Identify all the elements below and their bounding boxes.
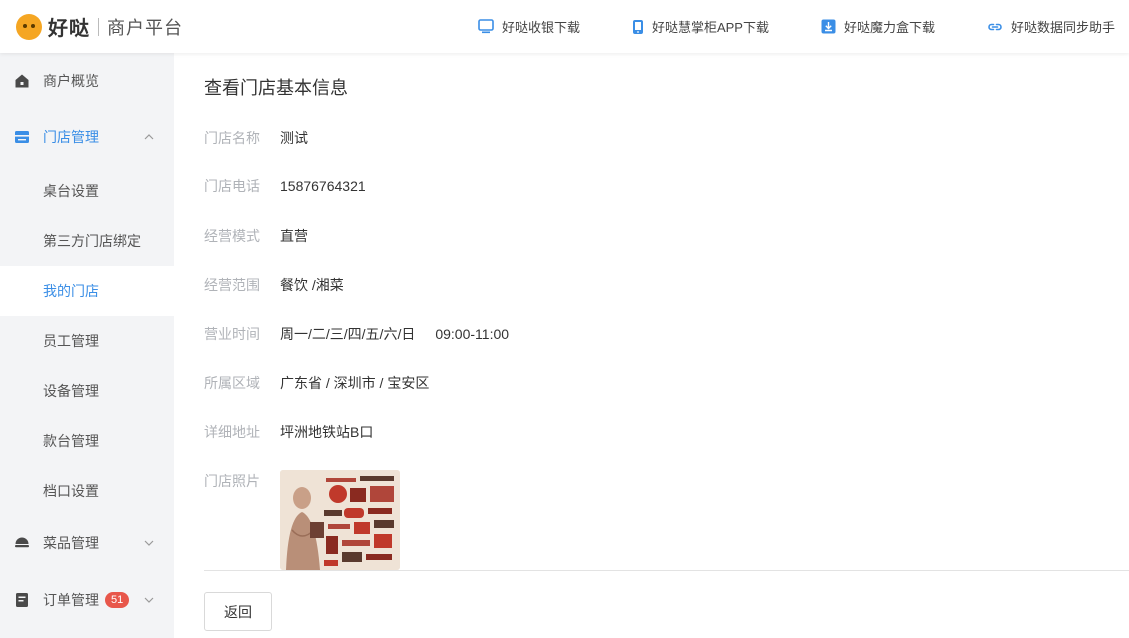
sidebar-item-label: 设备管理 xyxy=(43,383,99,399)
field-value: 测试 xyxy=(280,130,308,146)
header-links: 好哒收银下载 好哒慧掌柜APP下载 好哒魔力盒下载 好哒数据同步助手 xyxy=(426,0,1115,53)
sidebar-item-label: 员工管理 xyxy=(43,333,99,349)
download-icon xyxy=(821,19,836,34)
field-hours-range: 09:00-11:00 xyxy=(435,326,510,342)
field-label: 门店电话 xyxy=(204,178,260,194)
sidebar: 商户概览 门店管理 桌台设置 第三方门店绑定 我的门店 员工管理 设备管理 款台… xyxy=(0,53,174,638)
sidebar-item-third-party-binding[interactable]: 第三方门店绑定 xyxy=(0,216,174,266)
sidebar-item-label: 我的门店 xyxy=(43,283,99,299)
monitor-icon xyxy=(478,19,494,34)
logo-icon xyxy=(16,13,42,40)
field-address: 详细地址 坪洲地铁站B口 xyxy=(204,422,373,442)
phone-icon xyxy=(632,19,643,34)
field-value: 直营 xyxy=(280,228,308,244)
store-photo-image xyxy=(280,470,400,570)
field-label: 所属区域 xyxy=(204,375,260,391)
sidebar-item-my-store[interactable]: 我的门店 xyxy=(0,266,174,316)
download-cashier-link[interactable]: 好哒收银下载 xyxy=(478,17,580,36)
field-label: 经营模式 xyxy=(204,228,260,244)
field-store-phone: 门店电话 15876764321 xyxy=(204,176,366,196)
sidebar-item-staff[interactable]: 员工管理 xyxy=(0,316,174,366)
field-value: 坪洲地铁站B口 xyxy=(280,424,374,440)
download-magic-box-link[interactable]: 好哒魔力盒下载 xyxy=(821,17,935,36)
sidebar-item-stalls[interactable]: 档口设置 xyxy=(0,466,174,516)
download-app-link[interactable]: 好哒慧掌柜APP下载 xyxy=(632,17,769,36)
brand-subtitle: 商户平台 xyxy=(107,17,183,38)
data-sync-link[interactable]: 好哒数据同步助手 xyxy=(987,17,1115,36)
sidebar-item-label: 菜品管理 xyxy=(43,535,99,551)
sidebar-item-label: 档口设置 xyxy=(43,483,99,499)
sidebar-item-label: 第三方门店绑定 xyxy=(43,233,141,249)
field-business-hours: 营业时间 周一/二/三/四/五/六/日 09:00-11:00 xyxy=(204,324,509,344)
order-count-badge: 51 xyxy=(105,592,130,608)
main-content: 查看门店基本信息 门店名称 测试 门店电话 15876764321 经营模式 直… xyxy=(174,53,1129,638)
field-region: 所属区域 广东省 / 深圳市 / 宝安区 xyxy=(204,373,429,393)
field-label: 门店名称 xyxy=(204,130,260,146)
top-header: 好哒 商户平台 好哒收银下载 好哒慧掌柜APP下载 好哒魔力盒下载 好哒数据同步… xyxy=(0,0,1129,53)
field-store-name: 门店名称 测试 xyxy=(204,128,308,148)
field-value: 广东省 / 深圳市 / 宝安区 xyxy=(280,375,430,391)
field-store-photo: 门店照片 xyxy=(204,471,280,491)
field-label: 门店照片 xyxy=(204,473,260,489)
sidebar-item-label: 门店管理 xyxy=(43,129,99,145)
brand-name: 好哒 xyxy=(48,18,90,40)
field-business-mode: 经营模式 直营 xyxy=(204,226,308,246)
sidebar-item-label: 商户概览 xyxy=(43,73,99,89)
field-label: 营业时间 xyxy=(204,326,260,342)
sidebar-item-counters[interactable]: 款台管理 xyxy=(0,416,174,466)
data-sync-label: 好哒数据同步助手 xyxy=(1010,20,1115,35)
sidebar-item-dish-management[interactable]: 菜品管理 xyxy=(0,518,174,568)
field-business-scope: 经营范围 餐饮 /湘菜 xyxy=(204,275,344,295)
chevron-up-icon xyxy=(144,134,154,140)
link-icon xyxy=(988,23,1002,30)
sidebar-item-label: 订单管理 xyxy=(43,592,99,608)
home-icon xyxy=(15,74,29,88)
chevron-down-icon xyxy=(144,540,154,546)
sidebar-item-table-settings[interactable]: 桌台设置 xyxy=(0,166,174,216)
sidebar-item-store-management[interactable]: 门店管理 xyxy=(0,112,174,162)
download-cashier-label: 好哒收银下载 xyxy=(501,20,580,35)
sidebar-item-order-management[interactable]: 订单管理 51 xyxy=(0,575,174,625)
sidebar-item-overview[interactable]: 商户概览 xyxy=(0,56,174,106)
download-app-label: 好哒慧掌柜APP下载 xyxy=(651,20,769,35)
field-value: 15876764321 xyxy=(280,178,366,194)
field-label: 详细地址 xyxy=(204,424,260,440)
brand-divider xyxy=(98,17,99,36)
field-value: 餐饮 /湘菜 xyxy=(280,277,344,293)
back-button[interactable]: 返回 xyxy=(204,592,272,631)
field-label: 经营范围 xyxy=(204,277,260,293)
brand[interactable]: 好哒 商户平台 xyxy=(16,12,183,41)
field-value: 周一/二/三/四/五/六/日 xyxy=(280,326,416,342)
sidebar-item-label: 款台管理 xyxy=(43,433,99,449)
sidebar-item-label: 桌台设置 xyxy=(43,183,99,199)
sidebar-item-devices[interactable]: 设备管理 xyxy=(0,366,174,416)
download-magic-box-label: 好哒魔力盒下载 xyxy=(843,20,935,35)
dish-icon xyxy=(15,537,29,548)
footer-divider xyxy=(204,570,1129,571)
order-icon xyxy=(16,593,28,607)
store-photo[interactable] xyxy=(280,470,400,570)
page-title: 查看门店基本信息 xyxy=(204,78,348,98)
store-icon xyxy=(15,131,29,143)
chevron-down-icon xyxy=(144,597,154,603)
